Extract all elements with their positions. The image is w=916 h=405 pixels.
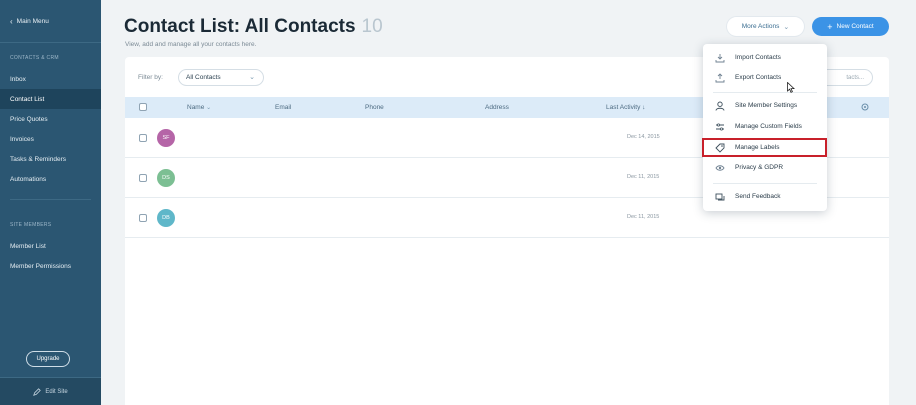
last-activity-date: Dec 11, 2015 (627, 174, 660, 180)
page-title-text: Contact List: All Contacts (124, 16, 356, 37)
pencil-icon (33, 387, 42, 396)
menu-separator (713, 183, 817, 184)
menu-item-export-contacts[interactable]: Export Contacts (703, 69, 827, 87)
chevron-left-icon: ‹ (10, 16, 13, 26)
highlight-box (702, 138, 827, 157)
column-header-address[interactable]: Address (485, 104, 509, 111)
sort-icon: ⌄ (206, 105, 212, 111)
menu-item-import-contacts[interactable]: Import Contacts (703, 49, 827, 67)
feedback-icon (715, 193, 725, 201)
sidebar-item-price-quotes[interactable]: Price Quotes (0, 109, 101, 129)
edit-site-label: Edit Site (45, 388, 68, 395)
contact-count: 10 (361, 16, 383, 37)
avatar: DS (157, 169, 175, 187)
more-actions-button[interactable]: More Actions ⌄ (727, 17, 804, 36)
gear-icon[interactable] (860, 102, 870, 112)
page-title: Contact List: All Contacts 10 (124, 16, 383, 38)
sidebar-item-member-list[interactable]: Member List (0, 236, 101, 256)
menu-separator (713, 92, 817, 93)
avatar: SF (157, 129, 175, 147)
last-activity-date: Dec 11, 2015 (627, 214, 660, 220)
edit-site-button[interactable]: Edit Site (0, 377, 101, 405)
menu-item-site-member-settings[interactable]: Site Member Settings (703, 97, 827, 115)
section-heading-site-members: SITE MEMBERS (10, 222, 52, 228)
filter-dropdown[interactable]: All Contacts ⌄ (178, 69, 264, 86)
new-contact-button[interactable]: + New Contact (812, 17, 889, 36)
chevron-down-icon: ⌄ (783, 23, 790, 31)
more-actions-label: More Actions (741, 23, 780, 30)
row-checkbox[interactable] (139, 174, 147, 182)
section-heading-contacts: CONTACTS & CRM (10, 55, 59, 61)
export-icon (715, 73, 725, 83)
row-checkbox[interactable] (139, 134, 147, 142)
more-actions-menu: Import Contacts Export Contacts Site Mem… (703, 44, 827, 211)
upgrade-button[interactable]: Upgrade (26, 351, 70, 367)
column-header-name[interactable]: Name ⌄ (187, 104, 211, 111)
filter-selected: All Contacts (186, 74, 221, 81)
menu-item-manage-custom-fields[interactable]: Manage Custom Fields (703, 118, 827, 136)
sort-arrow-icon: ↓ (642, 104, 646, 111)
sidebar-item-invoices[interactable]: Invoices (0, 129, 101, 149)
sidebar-item-tasks-reminders[interactable]: Tasks & Reminders (0, 149, 101, 169)
new-contact-label: New Contact (836, 23, 874, 30)
sidebar: ‹ Main Menu CONTACTS & CRM Inbox Contact… (0, 0, 101, 405)
filter-label: Filter by: (138, 74, 163, 81)
column-header-email[interactable]: Email (275, 104, 291, 111)
menu-item-send-feedback[interactable]: Send Feedback (703, 188, 827, 206)
search-placeholder: tacts... (846, 74, 864, 81)
sidebar-divider (10, 199, 91, 200)
main-menu-label: Main Menu (16, 17, 49, 25)
last-activity-date: Dec 14, 2015 (627, 134, 660, 140)
menu-item-privacy-gdpr[interactable]: Privacy & GDPR (703, 159, 827, 177)
row-checkbox[interactable] (139, 214, 147, 222)
eye-icon (715, 165, 725, 171)
sliders-icon (716, 123, 724, 131)
select-all-checkbox[interactable] (139, 103, 147, 111)
person-icon (715, 101, 725, 111)
import-icon (715, 54, 725, 63)
sidebar-item-inbox[interactable]: Inbox (0, 69, 101, 89)
column-header-phone[interactable]: Phone (365, 104, 384, 111)
sidebar-item-automations[interactable]: Automations (0, 169, 101, 189)
plus-icon: + (827, 21, 833, 32)
column-header-last-activity[interactable]: Last Activity ↓ (606, 104, 645, 111)
avatar: DB (157, 209, 175, 227)
sidebar-item-member-permissions[interactable]: Member Permissions (0, 256, 101, 276)
page-subtitle: View, add and manage all your contacts h… (125, 41, 257, 48)
chevron-down-icon: ⌄ (249, 74, 255, 81)
sidebar-item-contact-list[interactable]: Contact List (0, 89, 101, 109)
main-menu-link[interactable]: ‹ Main Menu (0, 0, 101, 43)
mouse-cursor-icon (787, 82, 795, 93)
